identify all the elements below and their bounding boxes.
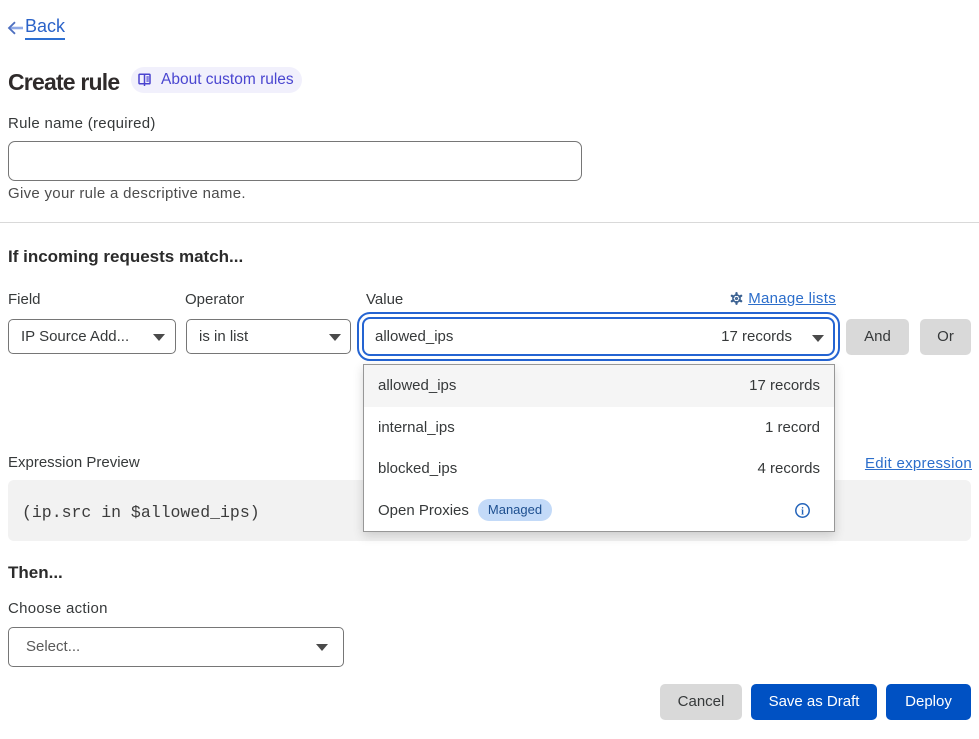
svg-text:i: i [801,506,804,517]
